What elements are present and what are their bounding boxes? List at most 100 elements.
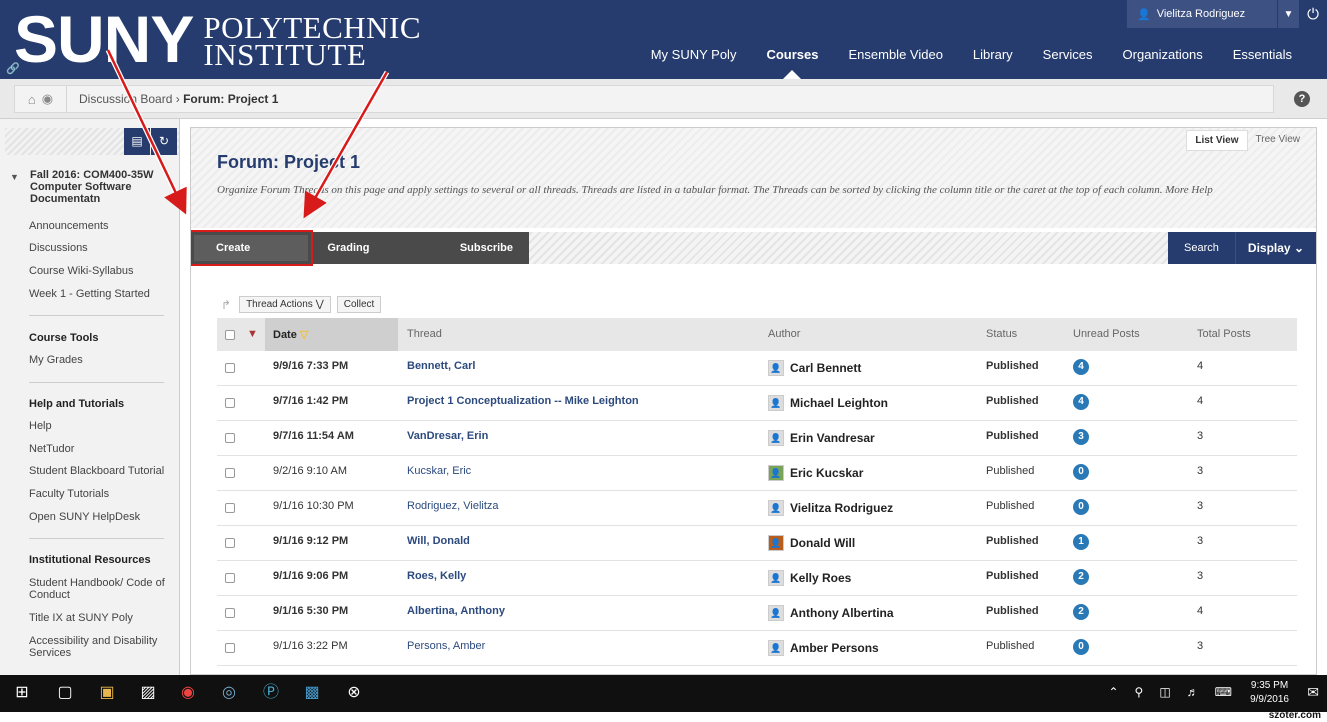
row-thread-link[interactable]: Project 1 Conceptualization -- Mike Leig…	[407, 395, 639, 407]
subscribe-button[interactable]: Subscribe	[444, 232, 529, 264]
network-icon[interactable]: ⚲	[1135, 685, 1144, 699]
row-author[interactable]: 👤 Donald Will	[768, 535, 855, 551]
row-author[interactable]: 👤 Carl Bennett	[768, 360, 861, 376]
nav-essentials[interactable]: Essentials	[1218, 47, 1307, 79]
column-date[interactable]: Date ▽	[273, 328, 308, 341]
row-author[interactable]: 👤 Kelly Roes	[768, 570, 851, 586]
photoshop-icon[interactable]: ▩	[302, 683, 322, 703]
sidebar-item-my-grades[interactable]: My Grades	[29, 354, 169, 366]
sidebar-item-title-ix-at-suny-poly[interactable]: Title IX at SUNY Poly	[29, 612, 169, 624]
menu-circle-icon[interactable]: ◉	[42, 91, 53, 107]
user-menu[interactable]: 👤 Vielitza Rodriguez	[1127, 0, 1277, 28]
sidebar-item-course-wiki-syllabus[interactable]: Course Wiki-Syllabus	[29, 265, 169, 277]
grading-information-button[interactable]: Grading Information	[311, 232, 444, 286]
search-button[interactable]: Search	[1168, 232, 1235, 264]
home-icon[interactable]: ⌂	[28, 92, 36, 107]
sidebar-item-nettudor[interactable]: NetTudor	[29, 443, 169, 455]
sidebar-item-announcements[interactable]: Announcements	[29, 220, 169, 232]
nav-services[interactable]: Services	[1028, 47, 1108, 79]
row-author[interactable]: 👤 Anthony Albertina	[768, 605, 894, 621]
create-thread-button[interactable]: Create Thread	[191, 230, 314, 280]
row-unread[interactable]: 3	[1073, 429, 1089, 445]
row-unread[interactable]: 2	[1073, 569, 1089, 585]
column-unread-posts[interactable]: Unread Posts	[1073, 328, 1140, 340]
collapse-triangle-icon[interactable]: ▼	[10, 171, 19, 183]
row-checkbox[interactable]	[225, 573, 235, 583]
store-icon[interactable]: ▨	[138, 683, 158, 703]
sidebar-item-week-1-getting-started[interactable]: Week 1 - Getting Started	[29, 288, 169, 300]
link-icon[interactable]: 🔗	[6, 62, 20, 75]
row-unread[interactable]: 4	[1073, 394, 1089, 410]
task-view-icon[interactable]: ▢	[55, 683, 75, 703]
row-checkbox[interactable]	[225, 433, 235, 443]
row-checkbox[interactable]	[225, 503, 235, 513]
nav-organizations[interactable]: Organizations	[1108, 47, 1218, 79]
sidebar-item-faculty-tutorials[interactable]: Faculty Tutorials	[29, 488, 169, 500]
monitor-icon[interactable]: ◫	[1159, 685, 1170, 699]
row-thread-link[interactable]: VanDresar, Erin	[407, 430, 488, 442]
row-unread[interactable]: 0	[1073, 464, 1089, 480]
notification-icon[interactable]: ✉	[1307, 684, 1319, 701]
tab-list-view[interactable]: List View	[1186, 130, 1248, 151]
sidebar-item-student-blackboard-tutorial[interactable]: Student Blackboard Tutorial	[29, 465, 169, 477]
tab-tree-view[interactable]: Tree View	[1248, 130, 1308, 151]
thread-actions-button[interactable]: Thread Actions ⋁	[239, 296, 331, 313]
sidebar-item-student-handbook-code-of-conduct[interactable]: Student Handbook/ Code of Conduct	[29, 577, 169, 601]
row-thread-link[interactable]: Albertina, Anthony	[407, 605, 505, 617]
row-thread-link[interactable]: Will, Donald	[407, 535, 470, 547]
row-checkbox[interactable]	[225, 643, 235, 653]
sidebar-item-accessibility-and-disability-services[interactable]: Accessibility and Disability Services	[29, 635, 169, 659]
windows-start-icon[interactable]: ⊞	[12, 683, 32, 703]
display-button[interactable]: Display ⌄	[1234, 232, 1316, 264]
column-status[interactable]: Status	[986, 328, 1017, 340]
flag-icon[interactable]: ▼	[247, 328, 258, 340]
breadcrumb-discussion-board[interactable]: Discussion Board	[79, 92, 172, 106]
row-thread-link[interactable]: Roes, Kelly	[407, 570, 466, 582]
column-total-posts[interactable]: Total Posts	[1197, 328, 1251, 340]
row-unread[interactable]: 0	[1073, 639, 1089, 655]
row-checkbox[interactable]	[225, 398, 235, 408]
keyboard-icon[interactable]: ⌨	[1215, 685, 1232, 699]
row-thread-link[interactable]: Persons, Amber	[407, 640, 485, 652]
row-unread[interactable]: 4	[1073, 359, 1089, 375]
row-unread[interactable]: 2	[1073, 604, 1089, 620]
p-app-icon[interactable]: Ⓟ	[261, 683, 281, 703]
sidebar-item-discussions[interactable]: Discussions	[29, 242, 169, 254]
volume-icon[interactable]: ♬	[1187, 685, 1199, 699]
nav-library[interactable]: Library	[958, 47, 1028, 79]
row-checkbox[interactable]	[225, 363, 235, 373]
collect-button[interactable]: Collect	[336, 296, 382, 313]
chevron-down-icon[interactable]: ▼	[1277, 0, 1299, 28]
row-author[interactable]: 👤 Eric Kucskar	[768, 465, 863, 481]
row-author[interactable]: 👤 Erin Vandresar	[768, 430, 875, 446]
row-author[interactable]: 👤 Amber Persons	[768, 640, 879, 656]
row-checkbox[interactable]	[225, 468, 235, 478]
course-title[interactable]: ▼ Fall 2016: COM400-35W Computer Softwar…	[10, 169, 175, 205]
nav-ensemble-video[interactable]: Ensemble Video	[833, 47, 957, 79]
row-checkbox[interactable]	[225, 538, 235, 548]
row-thread-link[interactable]: Rodriguez, Vielitza	[407, 500, 499, 512]
app-icon[interactable]: ◎	[219, 683, 239, 703]
refresh-icon[interactable]: ↻	[151, 128, 177, 155]
row-thread-link[interactable]: Kucskar, Eric	[407, 465, 471, 477]
xbox-icon[interactable]: ⊗	[344, 683, 364, 703]
breadcrumb-home[interactable]: ⌂ ◉	[15, 86, 67, 112]
suny-poly-logo[interactable]: SUNY POLYTECHNIC INSTITUTE	[14, 6, 421, 72]
file-explorer-icon[interactable]: ▣	[97, 683, 117, 703]
select-all-checkbox[interactable]	[225, 330, 235, 340]
help-icon[interactable]: ?	[1294, 91, 1310, 107]
logout-power-icon[interactable]: ⏻	[1299, 0, 1327, 28]
column-author[interactable]: Author	[768, 328, 800, 340]
column-thread[interactable]: Thread	[407, 328, 442, 340]
sidebar-item-open-suny-helpdesk[interactable]: Open SUNY HelpDesk	[29, 511, 169, 523]
row-author[interactable]: 👤 Vielitza Rodriguez	[768, 500, 893, 516]
clock[interactable]: 9:35 PM 9/9/2016	[1250, 679, 1289, 707]
chevron-up-icon[interactable]: ⌃	[1108, 685, 1118, 699]
nav-my-suny-poly[interactable]: My SUNY Poly	[636, 47, 752, 79]
nav-courses[interactable]: Courses	[751, 47, 833, 79]
row-thread-link[interactable]: Bennett, Carl	[407, 360, 475, 372]
row-unread[interactable]: 1	[1073, 534, 1089, 550]
row-checkbox[interactable]	[225, 608, 235, 618]
chrome-icon[interactable]: ◉	[178, 683, 198, 703]
sidebar-item-help[interactable]: Help	[29, 420, 169, 432]
